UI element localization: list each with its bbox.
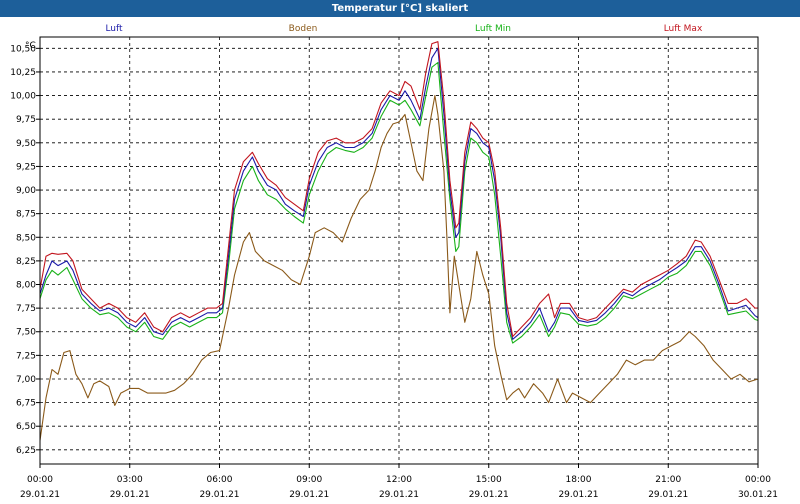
y-tick-label: 6,50: [16, 422, 36, 432]
x-tick-date: 29.01.21: [110, 490, 150, 500]
legend-entry-boden: Boden: [289, 24, 318, 34]
y-tick-label: 6,75: [16, 399, 36, 409]
y-tick-label: 7,25: [16, 351, 36, 361]
legend-entry-luft: Luft: [105, 24, 123, 34]
x-tick-date: 30.01.21: [738, 490, 778, 500]
y-tick-label: 8,00: [16, 281, 36, 291]
x-tick-time: 12:00: [386, 475, 412, 485]
y-tick-label: 8,75: [16, 210, 36, 220]
chart-background: [0, 17, 800, 500]
x-tick-time: 03:00: [117, 475, 143, 485]
x-tick-date: 29.01.21: [20, 490, 60, 500]
x-tick-date: 29.01.21: [648, 490, 688, 500]
x-tick-date: 29.01.21: [199, 490, 239, 500]
y-tick-label: 9,00: [16, 186, 36, 196]
y-tick-label: 10,00: [10, 92, 36, 102]
x-tick-time: 15:00: [476, 475, 502, 485]
y-tick-label: 7,50: [16, 328, 36, 338]
y-tick-label: 9,75: [16, 115, 36, 125]
x-tick-date: 29.01.21: [558, 490, 598, 500]
x-tick-time: 00:00: [745, 475, 771, 485]
y-tick-label: 9,50: [16, 139, 36, 149]
y-tick-label: 10,25: [10, 68, 36, 78]
x-tick-date: 29.01.21: [379, 490, 419, 500]
y-tick-label: 8,25: [16, 257, 36, 267]
y-tick-label: 7,75: [16, 304, 36, 314]
x-tick-time: 00:00: [27, 475, 53, 485]
legend-entry-luft-max: Luft Max: [664, 24, 703, 34]
x-tick-time: 09:00: [296, 475, 322, 485]
chart-title: Temperatur [°C] skaliert: [0, 0, 800, 17]
y-tick-label: 7,00: [16, 375, 36, 385]
y-tick-label: 9,25: [16, 162, 36, 172]
x-tick-time: 18:00: [566, 475, 592, 485]
y-tick-label: 6,25: [16, 446, 36, 456]
x-tick-time: 06:00: [207, 475, 233, 485]
y-unit-label: °C: [25, 41, 36, 51]
x-tick-time: 21:00: [655, 475, 681, 485]
legend-entry-luft-min: Luft Min: [475, 24, 511, 34]
x-tick-date: 29.01.21: [469, 490, 509, 500]
chart-area: 6,25 6,50 6,75 7,00 7,25 7,50 7,75 8,00 8,25 8,50…: [0, 17, 800, 504]
x-tick-date: 29.01.21: [289, 490, 329, 500]
y-tick-label: 8,50: [16, 233, 36, 243]
chart-svg: 6,25 6,50 6,75 7,00 7,25 7,50 7,75 8,00 8,25 8,50…: [0, 17, 800, 500]
